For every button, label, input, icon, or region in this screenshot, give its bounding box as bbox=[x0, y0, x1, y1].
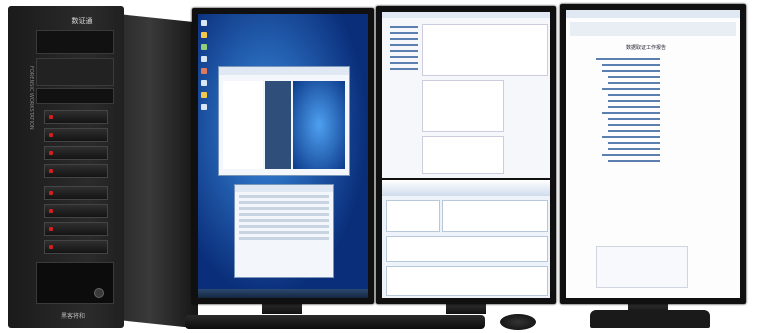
report-title: 数据取证工作报告 bbox=[626, 45, 667, 51]
keyboard bbox=[185, 315, 485, 329]
drive-tray bbox=[44, 204, 108, 218]
drive-led bbox=[49, 209, 53, 213]
drive-led bbox=[49, 115, 53, 119]
desktop-icon bbox=[201, 80, 207, 86]
drive-led bbox=[49, 169, 53, 173]
drive-led bbox=[49, 245, 53, 249]
tower-bottom-label: 黑客将和 bbox=[60, 313, 85, 320]
desktop-icon bbox=[201, 32, 207, 38]
app-toolbar bbox=[382, 180, 550, 196]
desktop-icon bbox=[201, 20, 207, 26]
drive-tray bbox=[44, 186, 108, 200]
file-list bbox=[422, 24, 548, 76]
drive-tray bbox=[44, 222, 108, 236]
monitor-base bbox=[590, 310, 710, 328]
details-panel bbox=[422, 136, 504, 174]
app-panel bbox=[386, 236, 548, 262]
window-titlebar bbox=[382, 12, 550, 18]
desktop-icon bbox=[201, 44, 207, 50]
forensic-app-window bbox=[382, 180, 550, 298]
desktop-icon bbox=[201, 104, 207, 110]
report-tree bbox=[590, 54, 660, 254]
taskbar bbox=[198, 289, 368, 298]
drive-tray bbox=[44, 110, 108, 124]
start-menu-window bbox=[218, 66, 350, 176]
tower-front-label: FORENSIC WORKSTATION bbox=[28, 66, 34, 130]
card-reader-bay bbox=[36, 30, 114, 54]
window-titlebar bbox=[219, 67, 349, 75]
monitor-right: 数据取证工作报告 bbox=[560, 4, 746, 304]
start-menu-right-pane bbox=[265, 81, 291, 169]
windows-desktop bbox=[198, 14, 368, 298]
report-window: 数据取证工作报告 bbox=[566, 10, 740, 298]
optical-drive bbox=[36, 88, 114, 104]
mouse bbox=[500, 314, 536, 330]
desktop-icons bbox=[198, 14, 212, 254]
explorer-window bbox=[382, 12, 550, 178]
drive-led bbox=[49, 133, 53, 137]
drive-led bbox=[49, 151, 53, 155]
drive-tray bbox=[44, 146, 108, 160]
app-panel bbox=[386, 266, 548, 296]
desktop-icon bbox=[201, 56, 207, 62]
dialog-window bbox=[234, 184, 334, 278]
drive-tray bbox=[44, 240, 108, 254]
window-titlebar bbox=[235, 185, 333, 192]
folder-tree bbox=[384, 22, 418, 172]
app-panel bbox=[386, 200, 440, 232]
report-toolbar bbox=[570, 22, 736, 36]
app-panel bbox=[442, 200, 548, 232]
window-titlebar bbox=[566, 10, 740, 18]
monitor-left bbox=[192, 8, 374, 304]
drive-led bbox=[49, 227, 53, 231]
report-table bbox=[596, 246, 688, 288]
windows-logo-wallpaper bbox=[293, 81, 345, 169]
workstation-tower: 数证通 FORENSIC WORKSTATION 黑客将和 bbox=[8, 6, 124, 328]
details-panel bbox=[422, 80, 504, 132]
power-button bbox=[94, 288, 104, 298]
monitor-middle bbox=[376, 6, 556, 304]
desktop-icon bbox=[201, 68, 207, 74]
tower-brand-logo: 数证通 bbox=[71, 17, 93, 25]
lower-bay bbox=[36, 262, 114, 304]
media-bay bbox=[36, 58, 114, 86]
drive-led bbox=[49, 191, 53, 195]
drive-tray bbox=[44, 128, 108, 142]
tower-side-panel bbox=[118, 14, 198, 329]
start-menu-list bbox=[223, 81, 263, 169]
drive-tray bbox=[44, 164, 108, 178]
desktop-icon bbox=[201, 92, 207, 98]
